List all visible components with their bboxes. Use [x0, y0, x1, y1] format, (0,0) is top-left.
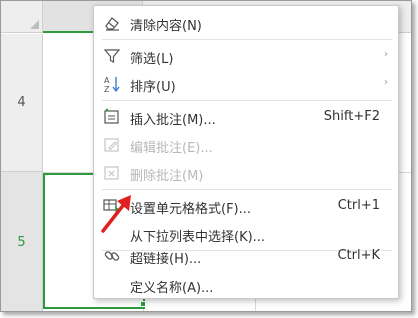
svg-text:Z: Z — [104, 85, 110, 93]
menu-item-label: 删除批注(M) — [130, 169, 204, 184]
menu-separator — [102, 100, 392, 101]
menu-item-edit-comment: 编辑批注(E)... — [94, 131, 398, 159]
menu-item-sort[interactable]: AZ 排序(U) › — [94, 70, 398, 98]
insert-comment-icon — [103, 108, 121, 126]
menu-item-shortcut: Ctrl+1 — [337, 198, 380, 213]
menu-item-format-cells[interactable]: 设置单元格格式(F)... Ctrl+1 — [94, 192, 398, 220]
menu-item-label: 超链接(H)... — [130, 252, 202, 267]
menu-item-define-name[interactable]: 定义名称(A)... — [94, 271, 398, 299]
eraser-icon — [103, 14, 121, 32]
link-icon — [103, 247, 121, 265]
menu-item-hyperlink[interactable]: 超链接(H)... Ctrl+K — [94, 242, 398, 270]
menu-item-label: 插入批注(M)... — [130, 113, 216, 128]
sort-az-icon: AZ — [103, 75, 121, 94]
submenu-arrow-icon: › — [384, 77, 388, 88]
menu-item-clear-contents[interactable]: 清除内容(N) — [94, 9, 398, 37]
menu-item-insert-comment[interactable]: 插入批注(M)... Shift+F2 — [94, 103, 398, 131]
delete-comment-icon — [103, 164, 121, 182]
corner-triangle-icon — [30, 20, 39, 29]
row-header-5[interactable]: 5 — [1, 172, 43, 311]
fill-handle[interactable] — [140, 301, 146, 307]
row-label: 5 — [17, 234, 26, 250]
menu-item-label: 排序(U) — [130, 80, 176, 95]
menu-item-shortcut: Ctrl+K — [337, 248, 380, 263]
edit-comment-icon — [103, 136, 121, 154]
menu-item-delete-comment: 删除批注(M) — [94, 159, 398, 187]
submenu-arrow-icon: › — [384, 49, 388, 60]
menu-separator — [102, 189, 392, 190]
menu-item-label: 设置单元格格式(F)... — [130, 202, 252, 217]
row-header-4[interactable]: 4 — [1, 34, 43, 172]
menu-item-label: 筛选(L) — [130, 52, 174, 67]
select-all-corner[interactable] — [1, 1, 43, 33]
filter-icon — [103, 47, 121, 65]
svg-text:A: A — [104, 76, 110, 85]
menu-item-label: 编辑批注(E)... — [130, 141, 213, 156]
menu-item-label: 定义名称(A)... — [130, 281, 214, 296]
menu-item-filter[interactable]: 筛选(L) › — [94, 42, 398, 70]
spreadsheet-window: 4 5 清除内容(N) 筛选(L) › AZ 排序(U) › 插入批注(M)..… — [0, 0, 412, 312]
menu-item-shortcut: Shift+F2 — [323, 109, 380, 124]
annotation-arrow-icon — [101, 195, 131, 233]
menu-separator — [102, 39, 392, 40]
context-menu: 清除内容(N) 筛选(L) › AZ 排序(U) › 插入批注(M)... Sh… — [93, 5, 399, 299]
menu-item-label: 清除内容(N) — [130, 19, 202, 34]
row-label: 4 — [17, 95, 26, 110]
